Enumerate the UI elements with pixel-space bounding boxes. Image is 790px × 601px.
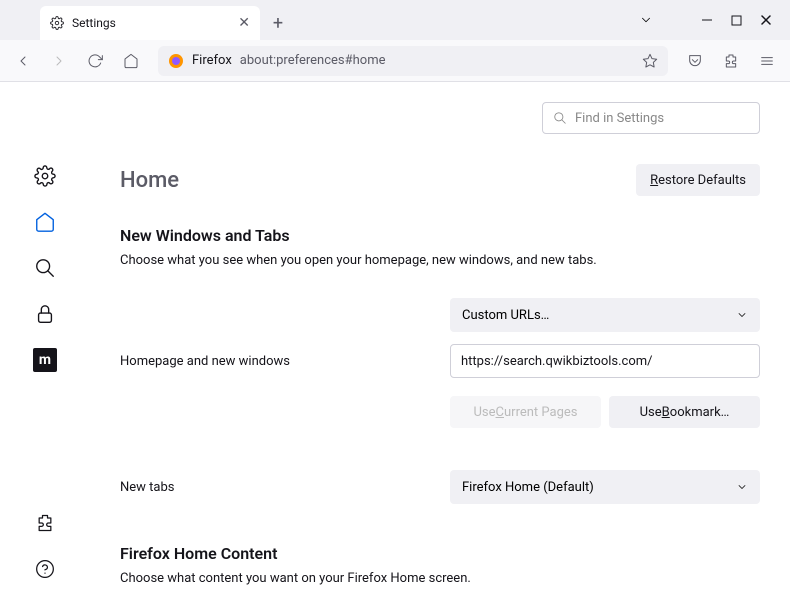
sidebar-extensions-icon[interactable] — [33, 511, 57, 535]
use-bookmark-button[interactable]: Use Bookmark… — [609, 396, 760, 428]
sidebar-home-icon[interactable] — [33, 210, 57, 234]
close-icon[interactable]: ✕ — [238, 15, 250, 31]
section-new-windows-title: New Windows and Tabs — [120, 226, 760, 245]
menu-icon[interactable] — [752, 46, 782, 76]
forward-button[interactable] — [44, 46, 74, 76]
homepage-mode-value: Custom URLs… — [462, 308, 549, 323]
toolbar: Firefox about:preferences#home — [0, 40, 790, 82]
maximize-icon[interactable] — [731, 15, 742, 26]
content: m Find in Settings Home RRestore Default… — [0, 82, 790, 601]
newtabs-value: Firefox Home (Default) — [462, 480, 594, 495]
sidebar-sync-icon[interactable]: m — [33, 348, 57, 372]
section-home-content-desc: Choose what content you want on your Fir… — [120, 571, 760, 586]
sidebar-search-icon[interactable] — [33, 256, 57, 280]
urlbar-label: Firefox — [192, 53, 232, 68]
url-bar[interactable]: Firefox about:preferences#home — [158, 46, 668, 76]
sidebar-privacy-icon[interactable] — [33, 302, 57, 326]
sidebar-help-icon[interactable] — [33, 557, 57, 581]
extensions-icon[interactable] — [716, 46, 746, 76]
settings-sidebar: m — [0, 82, 90, 601]
new-tab-button[interactable]: + — [264, 9, 292, 37]
back-button[interactable] — [8, 46, 38, 76]
restore-defaults-button[interactable]: RRestore Defaultsestore Defaults — [636, 164, 760, 196]
chevron-down-icon[interactable] — [639, 13, 653, 27]
reload-button[interactable] — [80, 46, 110, 76]
settings-search[interactable]: Find in Settings — [542, 102, 760, 134]
section-home-content-title: Firefox Home Content — [120, 544, 760, 563]
settings-main: Find in Settings Home RRestore Defaultse… — [90, 82, 790, 601]
titlebar: Settings ✕ + — [0, 0, 790, 40]
homepage-url-input[interactable] — [450, 344, 760, 378]
firefox-logo-icon — [168, 53, 184, 69]
chevron-down-icon — [736, 481, 748, 493]
window-controls — [639, 0, 790, 40]
sidebar-general-icon[interactable] — [33, 164, 57, 188]
search-icon — [553, 111, 567, 125]
chevron-down-icon — [736, 309, 748, 321]
newtabs-label: New tabs — [120, 480, 450, 495]
gear-icon — [50, 16, 64, 30]
tab-title: Settings — [72, 16, 116, 30]
section-new-windows-desc: Choose what you see when you open your h… — [120, 253, 760, 268]
urlbar-url: about:preferences#home — [240, 53, 386, 68]
close-window-icon[interactable] — [760, 14, 772, 26]
newtabs-select[interactable]: Firefox Home (Default) — [450, 470, 760, 504]
browser-tab[interactable]: Settings ✕ — [40, 6, 260, 40]
homepage-mode-select[interactable]: Custom URLs… — [450, 298, 760, 332]
pocket-icon[interactable] — [680, 46, 710, 76]
use-current-pages-button: Use Current Pages — [450, 396, 601, 428]
home-button[interactable] — [116, 46, 146, 76]
m-icon: m — [33, 348, 57, 372]
bookmark-star-icon[interactable] — [642, 53, 658, 69]
minimize-icon[interactable] — [701, 14, 713, 26]
page-title: Home — [120, 168, 179, 193]
homepage-label: Homepage and new windows — [120, 354, 450, 369]
search-placeholder: Find in Settings — [575, 111, 664, 126]
